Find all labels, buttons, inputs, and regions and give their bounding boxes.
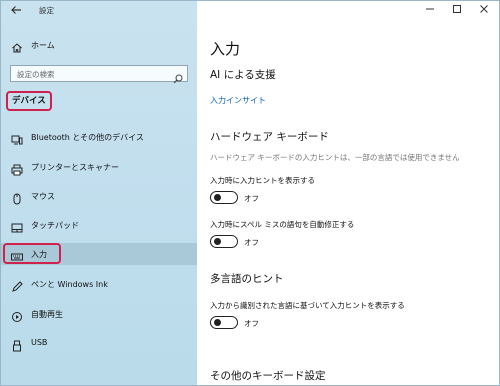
multilingual-suggestions-toggle[interactable] [210,316,238,329]
sidebar-item-mouse[interactable]: マウス [1,185,197,207]
settings-content: 入力 AI による支援 入力インサイト ハードウェア キーボード ハードウェア … [197,1,499,385]
app-title: 設定 [39,6,54,15]
close-icon[interactable] [477,4,491,18]
toggle-knob [214,319,221,326]
section-heading-ai: AI による支援 [210,69,276,81]
sidebar-item-touchpad[interactable]: タッチパッド [1,214,197,236]
sidebar-item-label: プリンターとスキャナー [31,163,119,172]
pen-icon [11,278,23,292]
hardware-keyboard-note: ハードウェア キーボードの入力ヒントは、一部の言語では使用できません [210,153,460,162]
sidebar-item-label: USB [31,338,48,347]
search-placeholder: 設定の検索 [17,70,55,79]
search-icon[interactable] [173,69,183,84]
search-input[interactable]: 設定の検索 [10,65,188,84]
section-heading-hardware-keyboard: ハードウェア キーボード [210,131,329,143]
section-heading-devices: デバイス [6,91,52,111]
selected-item-highlight [3,243,61,264]
touchpad-icon [11,219,23,233]
toggle-knob [214,238,221,245]
sidebar-item-usb[interactable]: USB [1,332,197,354]
sidebar-item-printers[interactable]: プリンターとスキャナー [1,156,197,178]
usb-icon [11,337,23,352]
sidebar-item-label: Bluetooth とその他のデバイス [31,133,144,142]
sidebar-item-bluetooth[interactable]: Bluetooth とその他のデバイス [1,126,197,148]
title-bar: 設定 [1,1,197,21]
toggle-label-autocorrect: 入力時にスペル ミスの語句を自動修正する [210,220,355,229]
section-heading-more-keyboard: その他のキーボード設定 [210,370,326,382]
bluetooth-device-icon [11,131,23,145]
home-icon [11,39,23,53]
sidebar-item-label: タッチパッド [31,221,79,230]
sidebar-item-label: ホーム [31,41,55,50]
minimize-icon[interactable] [423,4,437,18]
toggle-label-multilingual: 入力から識別された言語に基づいて入力ヒントを表示する [210,301,405,310]
sidebar-item-label: 自動再生 [31,310,63,319]
section-heading-multilingual: 多言語のヒント [210,273,284,285]
autocorrect-toggle[interactable] [210,235,238,248]
printer-icon [11,161,23,176]
toggle-knob [214,194,221,201]
maximize-icon[interactable] [450,4,464,18]
autoplay-icon [11,308,23,322]
mouse-icon [11,190,23,205]
back-arrow-icon[interactable] [9,4,23,18]
toggle-state-label: オフ [244,319,259,328]
typing-insights-link[interactable]: 入力インサイト [210,95,266,106]
sidebar-item-label: マウス [31,192,55,201]
sidebar-item-pen[interactable]: ペンと Windows Ink [1,273,197,295]
sidebar-item-label: ペンと Windows Ink [31,280,108,289]
sidebar-item-autoplay[interactable]: 自動再生 [1,303,197,325]
show-suggestions-toggle[interactable] [210,191,238,204]
toggle-state-label: オフ [244,194,259,203]
page-title: 入力 [210,40,241,58]
toggle-state-label: オフ [244,238,259,247]
settings-sidebar: 設定 ホーム 設定の検索 デバイス Bluetooth とその他のデバイス プリ… [1,1,197,385]
toggle-label-show-suggestions: 入力時に入力ヒントを表示する [210,176,315,185]
sidebar-item-home[interactable]: ホーム [1,36,197,56]
